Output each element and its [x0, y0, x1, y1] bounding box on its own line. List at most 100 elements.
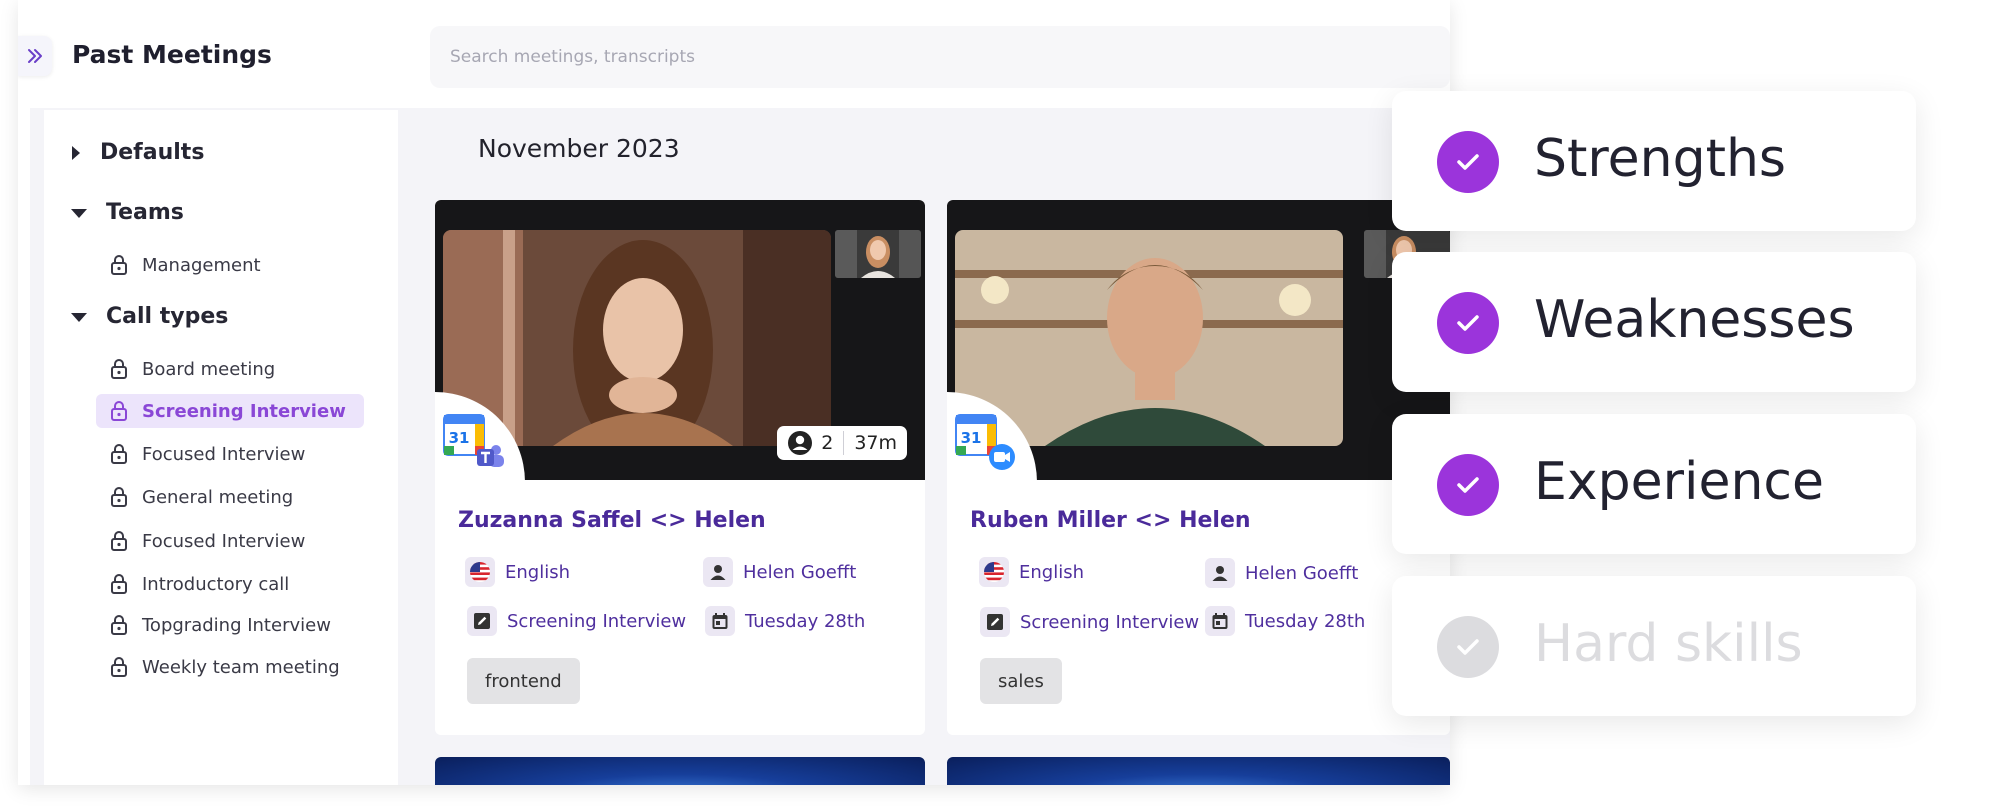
meeting-stats: 2 37m	[777, 426, 907, 460]
us-flag-icon	[470, 562, 490, 582]
sidebar-item-label: Board meeting	[142, 358, 276, 380]
meeting-host: Helen Goefft	[703, 557, 856, 587]
lock-icon	[111, 487, 127, 507]
calendar-day: 31	[961, 429, 982, 447]
meeting-card[interactable]: 2 37m 31 Zuzanna Saffel <> Helen English…	[435, 200, 925, 735]
user-icon	[710, 565, 726, 580]
meeting-title[interactable]: Ruben Miller <> Helen	[970, 508, 1251, 533]
feature-label: Strengths	[1534, 129, 1787, 189]
meeting-duration: 37m	[854, 432, 897, 454]
sidebar-item-label: Topgrading Interview	[142, 614, 331, 636]
meeting-card-preview[interactable]	[947, 757, 1450, 785]
calendar-icon	[1212, 613, 1228, 629]
lock-icon	[111, 401, 127, 421]
check-circle-icon	[1437, 454, 1499, 516]
page-title: Past Meetings	[72, 40, 272, 69]
date-label: Tuesday 28th	[1245, 610, 1366, 632]
sidebar-group-defaults[interactable]: Defaults	[70, 140, 204, 165]
us-flag-icon	[984, 562, 1004, 582]
sidebar-item-label: General meeting	[142, 486, 294, 508]
sidebar-item-label: Focused Interview	[142, 443, 306, 465]
sidebar-item-topgrading-interview[interactable]: Topgrading Interview	[96, 608, 364, 642]
meeting-card-preview[interactable]	[435, 757, 925, 785]
expand-sidebar-button[interactable]	[18, 36, 52, 76]
feature-experience[interactable]: Experience	[1392, 414, 1916, 554]
sidebar-item-board-meeting[interactable]: Board meeting	[96, 352, 364, 386]
caret-right-icon	[72, 145, 80, 160]
feature-label: Weaknesses	[1534, 290, 1855, 350]
sidebar-item-label: Management	[142, 254, 261, 276]
check-circle-icon	[1437, 616, 1499, 678]
edit-note-icon	[987, 614, 1003, 630]
video-main-frame	[443, 230, 831, 446]
feature-label: Experience	[1534, 452, 1824, 512]
teams-icon	[477, 445, 504, 467]
feature-hard-skills[interactable]: Hard skills	[1392, 576, 1916, 716]
participant-photo	[955, 230, 1343, 446]
sidebar-group-label: Defaults	[100, 140, 205, 165]
meeting-title[interactable]: Zuzanna Saffel <> Helen	[458, 508, 766, 533]
date-label: Tuesday 28th	[745, 610, 866, 632]
language-label: English	[505, 561, 570, 583]
feature-weaknesses[interactable]: Weaknesses	[1392, 252, 1916, 392]
lock-icon	[111, 531, 127, 551]
check-circle-icon	[1437, 292, 1499, 354]
sidebar-item-label: Screening Interview	[142, 400, 346, 422]
meeting-tag[interactable]: frontend	[467, 658, 580, 704]
sidebar-group-teams[interactable]: Teams	[70, 200, 184, 225]
caret-down-icon	[71, 312, 87, 322]
sidebar-item-focused-interview[interactable]: Focused Interview	[96, 437, 364, 471]
feature-strengths[interactable]: Strengths	[1392, 91, 1916, 231]
meeting-host: Helen Goefft	[1205, 558, 1358, 588]
meeting-date: Tuesday 28th	[705, 606, 865, 636]
sidebar-group-call-types[interactable]: Call types	[70, 304, 228, 329]
calendar-icon	[712, 613, 728, 629]
sidebar: Defaults Teams Management Call types Boa…	[44, 110, 398, 785]
call-type-label: Screening Interview	[507, 610, 687, 632]
sidebar-item-label: Weekly team meeting	[142, 656, 340, 678]
meeting-date: Tuesday 28th	[1205, 606, 1365, 636]
caret-down-icon	[71, 208, 87, 218]
month-heading: November 2023	[478, 134, 680, 163]
sidebar-item-focused-interview-2[interactable]: Focused Interview	[96, 524, 364, 558]
video-main-frame	[955, 230, 1343, 446]
app-window: Past Meetings Defaults Teams Management	[18, 0, 1450, 785]
lock-icon	[111, 615, 127, 635]
lock-icon	[111, 255, 127, 275]
meeting-call-type: Screening Interview	[980, 607, 1199, 637]
screen: Past Meetings Defaults Teams Management	[0, 0, 1991, 811]
user-icon	[1212, 566, 1228, 581]
sidebar-item-introductory-call[interactable]: Introductory call	[96, 567, 364, 601]
call-type-label: Screening Interview	[1020, 611, 1200, 633]
host-label: Helen Goefft	[1245, 562, 1359, 584]
lock-icon	[111, 574, 127, 594]
video-thumbnail	[835, 230, 921, 278]
sidebar-item-general-meeting[interactable]: General meeting	[96, 480, 364, 514]
double-chevron-right-icon	[28, 49, 42, 63]
edit-note-icon	[474, 613, 490, 629]
sidebar-item-weekly-team-meeting[interactable]: Weekly team meeting	[96, 650, 364, 684]
sidebar-item-label: Introductory call	[142, 573, 290, 595]
meeting-tag[interactable]: sales	[980, 658, 1062, 704]
top-bar: Past Meetings	[18, 0, 1450, 108]
sidebar-item-screening-interview[interactable]: Screening Interview	[96, 394, 364, 428]
host-label: Helen Goefft	[743, 561, 857, 583]
participants-icon	[788, 431, 813, 455]
meeting-card[interactable]: 31 Ruben Miller <> Helen English Helen G…	[947, 200, 1450, 735]
sidebar-item-management[interactable]: Management	[96, 248, 364, 282]
participant-count: 2	[821, 432, 834, 454]
lock-icon	[111, 657, 127, 677]
sidebar-item-label: Focused Interview	[142, 530, 306, 552]
zoom-icon	[989, 444, 1015, 470]
calendar-day: 31	[449, 429, 470, 447]
search-input[interactable]	[430, 26, 1450, 88]
meeting-language: English	[979, 557, 1084, 587]
lock-icon	[111, 359, 127, 379]
meeting-call-type: Screening Interview	[467, 606, 686, 636]
check-circle-icon	[1437, 131, 1499, 193]
sidebar-group-label: Teams	[106, 200, 184, 225]
meeting-language: English	[465, 557, 570, 587]
participant-photo	[443, 230, 831, 446]
sidebar-group-label: Call types	[106, 304, 229, 329]
language-label: English	[1019, 561, 1084, 583]
